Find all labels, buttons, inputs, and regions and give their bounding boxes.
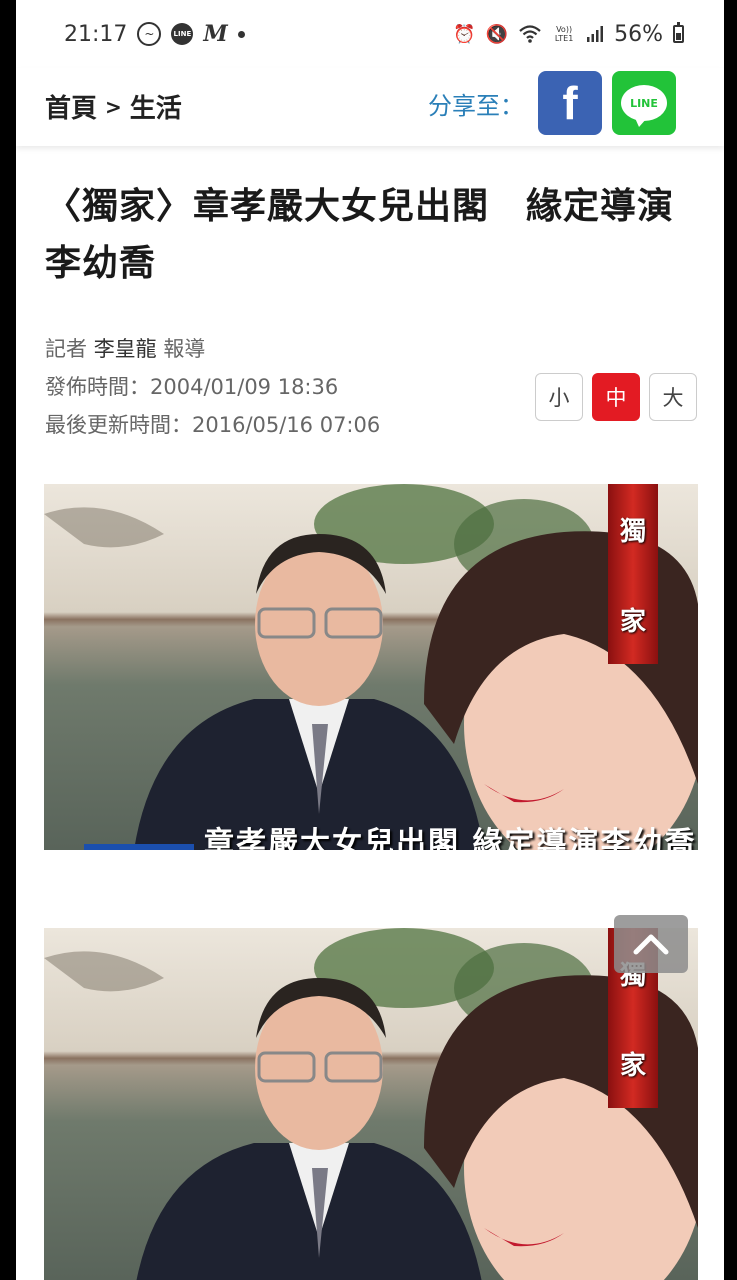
breadcrumb-home[interactable]: 首頁 bbox=[45, 88, 97, 125]
line-icon: LINE bbox=[171, 23, 194, 45]
breadcrumb: 首頁 > 生活 bbox=[45, 88, 182, 125]
reporter-prefix: 記者 bbox=[45, 337, 87, 361]
reporter-suffix: 報導 bbox=[163, 337, 206, 361]
mute-icon: 🔇 bbox=[485, 23, 509, 45]
status-bar: 21:17 ~ LINE M ⏰ 🔇 Vo)) LTE1 56% bbox=[16, 0, 724, 68]
status-right: ⏰ 🔇 Vo)) LTE1 56% bbox=[453, 22, 684, 47]
notification-dot-icon bbox=[237, 30, 245, 38]
exclusive-tag-char: 獨 bbox=[619, 516, 646, 547]
alarm-icon: ⏰ bbox=[453, 23, 476, 45]
facebook-share-button[interactable]: f bbox=[538, 71, 602, 135]
update-time: 最後更新時間：2016/05/16 07:06 bbox=[45, 413, 381, 437]
scroll-to-top-button[interactable] bbox=[614, 915, 688, 973]
reporter-line: 記者 李皇龍 報導 bbox=[45, 330, 380, 368]
article-title: 〈獨家〉章孝嚴大女兒出閣 緣定導演李幼喬 bbox=[45, 186, 675, 284]
reporter-name[interactable]: 李皇龍 bbox=[94, 337, 157, 361]
photo-illustration bbox=[44, 484, 698, 850]
font-size-small-button[interactable]: 小 bbox=[535, 373, 583, 421]
photo-illustration bbox=[44, 928, 698, 1280]
photo-caption: 章孝嚴大女兒出閣 緣定導演李幼喬 bbox=[204, 826, 697, 850]
battery-icon bbox=[673, 22, 684, 43]
line-share-button[interactable]: LINE bbox=[612, 71, 676, 135]
signal-icon bbox=[587, 26, 604, 42]
clock: 21:17 bbox=[64, 21, 128, 47]
exclusive-tag-char: 家 bbox=[619, 1050, 646, 1081]
m-app-icon: M bbox=[203, 21, 228, 47]
phone-screen: 21:17 ~ LINE M ⏰ 🔇 Vo)) LTE1 56% 首頁 > 生活… bbox=[16, 0, 724, 1280]
publish-time: 發佈時間：2004/01/09 18:36 bbox=[45, 375, 339, 399]
article-photo[interactable]: 獨 家 章孝嚴大女兒出閣 緣定導演李幼喬 bbox=[44, 484, 698, 850]
line-icon: LINE bbox=[621, 85, 667, 127]
battery-percent: 56% bbox=[614, 21, 663, 47]
site-header: 首頁 > 生活 分享至： f LINE bbox=[16, 68, 724, 146]
caption-bar bbox=[84, 844, 194, 850]
article-photo[interactable]: 獨 家 bbox=[44, 928, 698, 1280]
breadcrumb-separator: > bbox=[105, 94, 122, 119]
font-size-medium-button[interactable]: 中 bbox=[592, 373, 640, 421]
exclusive-tag: 獨 家 bbox=[608, 484, 658, 664]
messenger-icon: ~ bbox=[137, 22, 162, 46]
wifi-icon bbox=[519, 25, 541, 43]
breadcrumb-section[interactable]: 生活 bbox=[130, 88, 182, 125]
chevron-up-icon bbox=[633, 934, 669, 955]
facebook-icon: f bbox=[562, 77, 578, 129]
article-meta: 記者 李皇龍 報導 發佈時間：2004/01/09 18:36 最後更新時間：2… bbox=[45, 330, 380, 444]
font-size-switcher: 小 中 大 bbox=[535, 373, 697, 421]
share-bar: 分享至： f LINE bbox=[428, 71, 676, 135]
share-label: 分享至： bbox=[428, 91, 524, 120]
status-left: 21:17 ~ LINE M bbox=[64, 21, 245, 47]
exclusive-tag-char: 家 bbox=[619, 606, 646, 637]
font-size-large-button[interactable]: 大 bbox=[649, 373, 697, 421]
volte-icon: Vo)) LTE1 bbox=[554, 25, 574, 43]
